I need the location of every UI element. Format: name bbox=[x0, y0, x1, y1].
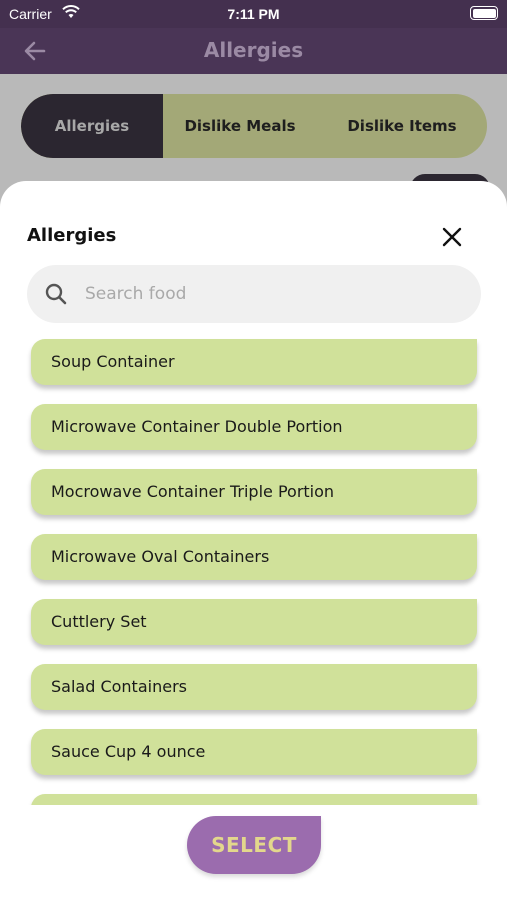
allergies-bottom-sheet: Allergies Soup Container Microwave Conta… bbox=[0, 181, 507, 900]
clock: 7:11 PM bbox=[227, 6, 280, 22]
list-item[interactable] bbox=[31, 794, 477, 805]
search-input[interactable] bbox=[85, 265, 465, 323]
list-item[interactable]: Mocrowave Container Triple Portion bbox=[31, 469, 477, 515]
status-bar: Carrier 7:11 PM bbox=[0, 0, 507, 28]
tab-dislike-meals[interactable]: Dislike Meals bbox=[163, 94, 317, 158]
page-title: Allergies bbox=[203, 38, 304, 62]
search-icon bbox=[45, 283, 67, 305]
list-item[interactable]: Microwave Container Double Portion bbox=[31, 404, 477, 450]
app-header: Allergies bbox=[0, 28, 507, 74]
food-list: Soup Container Microwave Container Doubl… bbox=[0, 335, 507, 805]
list-item[interactable]: Salad Containers bbox=[31, 664, 477, 710]
close-icon[interactable] bbox=[438, 223, 466, 251]
search-bar bbox=[27, 265, 481, 323]
battery-icon bbox=[470, 6, 498, 20]
select-button[interactable]: SELECT bbox=[187, 816, 321, 874]
list-item[interactable]: Sauce Cup 4 ounce bbox=[31, 729, 477, 775]
tab-allergies[interactable]: Allergies bbox=[21, 94, 163, 158]
tab-dislike-items[interactable]: Dislike Items bbox=[317, 94, 487, 158]
list-item[interactable]: Cuttlery Set bbox=[31, 599, 477, 645]
segmented-tabs: Allergies Dislike Meals Dislike Items bbox=[21, 94, 487, 158]
list-item[interactable]: Microwave Oval Containers bbox=[31, 534, 477, 580]
list-item[interactable]: Soup Container bbox=[31, 339, 477, 385]
sheet-title: Allergies bbox=[27, 225, 117, 246]
